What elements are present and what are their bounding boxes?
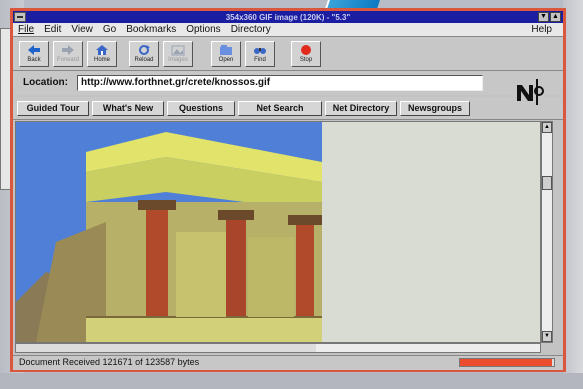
menu-help[interactable]: Help [531,24,552,35]
location-label: Location: [23,77,68,88]
forward-arrow-icon [62,45,74,55]
net-directory-button[interactable]: Net Directory [325,101,397,116]
forward-button[interactable]: Forward [53,41,83,67]
netscape-logo-icon [513,77,545,107]
images-icon [171,45,185,56]
open-icon [220,45,232,55]
browser-window: 354x360 GIF image (120K) - "5.3" ▼ ▲ Fil… [10,8,566,372]
menu-help-label: Help [531,24,552,35]
scroll-thumb[interactable] [542,176,552,190]
questions-button[interactable]: Questions [167,101,235,116]
menu-file-label: File [18,24,35,35]
menu-directory-label: Directory [230,24,271,35]
forward-label: Forward [56,57,79,63]
reload-icon [139,45,150,55]
newsgroups-button[interactable]: Newsgroups [400,101,470,116]
menu-go[interactable]: Go [103,24,116,35]
menu-directory[interactable]: Directory [231,24,271,35]
stop-button[interactable]: Stop [291,41,321,67]
home-label: Home [93,57,110,63]
minimize-button[interactable]: ▼ [538,12,549,22]
menu-go-label: Go [102,24,117,35]
whats-new-button[interactable]: What's New [92,101,164,116]
background-right [563,0,583,389]
horizontal-scrollbar[interactable] [15,343,541,353]
reload-label: Reload [134,57,154,63]
images-button[interactable]: Images [163,41,193,67]
guided-tour-button[interactable]: Guided Tour [17,101,89,116]
maximize-button[interactable]: ▲ [550,12,561,22]
net-search-button[interactable]: Net Search [238,101,322,116]
home-button[interactable]: Home [87,41,117,67]
menu-bookmarks-label: Bookmarks [126,24,177,35]
menu-options-label: Options [186,24,221,35]
menu-edit[interactable]: Edit [44,24,61,35]
toolbar: Back Forward Home Reload Images Open Fin… [13,37,563,71]
menu-bookmarks[interactable]: Bookmarks [126,24,176,35]
home-icon [96,45,108,55]
open-button[interactable]: Open [211,41,241,67]
status-bar: Document Received 121671 of 123587 bytes [13,355,563,370]
page-content[interactable] [15,121,541,343]
find-icon [254,48,266,54]
directory-buttons-row: Guided Tour What's New Questions Net Sea… [13,97,563,120]
reload-button[interactable]: Reload [129,41,159,67]
find-label: Find [254,57,266,63]
system-menu-button[interactable] [14,12,26,22]
location-row: Location: http://www.forthnet.gr/crete/k… [13,71,563,95]
stop-label: Stop [299,57,313,63]
window-title: 354x360 GIF image (120K) - "5.3" [225,12,351,22]
scroll-up-button[interactable]: ▲ [542,122,552,133]
menu-file[interactable]: File [18,24,34,35]
scroll-down-button[interactable]: ▼ [542,331,552,342]
background-bottom [0,373,583,389]
back-button[interactable]: Back [19,41,49,67]
progress-fill [460,359,553,366]
images-label: Images [168,57,188,63]
vertical-scrollbar[interactable]: ▲ ▼ [541,121,553,343]
menu-bar: File Edit View Go Bookmarks Options Dire… [13,23,563,37]
open-label: Open [218,57,234,63]
stop-icon [301,45,311,55]
progress-bar [459,358,555,367]
palace-of-knossos-photo [16,122,322,342]
location-input[interactable]: http://www.forthnet.gr/crete/knossos.gif [77,75,483,91]
menu-edit-label: Edit [44,24,62,35]
menu-view-label: View [71,24,93,35]
menu-options[interactable]: Options [186,24,220,35]
menu-view[interactable]: View [71,24,93,35]
status-text: Document Received 121671 of 123587 bytes [19,357,200,367]
find-button[interactable]: Find [245,41,275,67]
horizontal-scroll-thumb[interactable] [16,344,316,352]
back-label: Back [27,57,41,63]
back-arrow-icon [28,45,40,55]
title-bar[interactable]: 354x360 GIF image (120K) - "5.3" ▼ ▲ [13,11,563,23]
